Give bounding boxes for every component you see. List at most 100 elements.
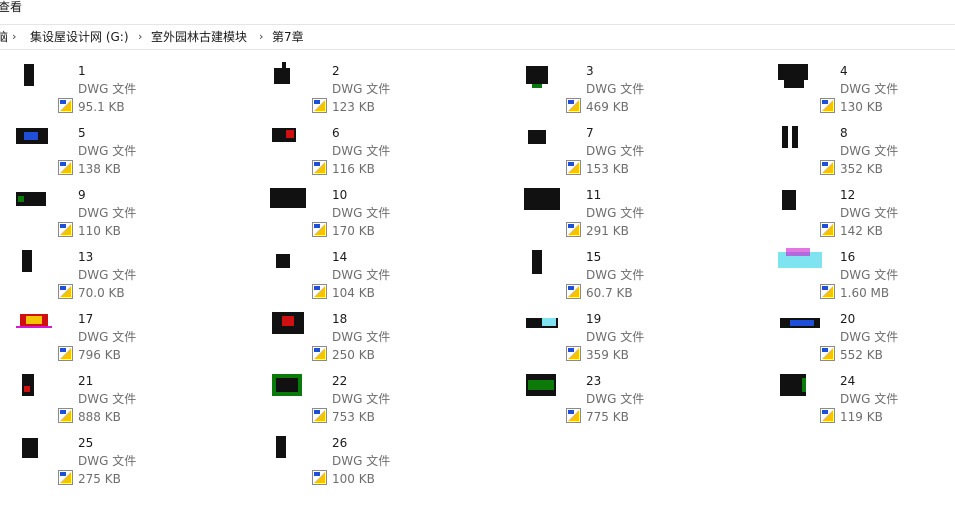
dwg-thumbnail-icon (276, 254, 290, 268)
file-size: 291 KB (586, 224, 629, 238)
file-type-badge-icon (58, 408, 73, 423)
dwg-thumbnail-icon (778, 64, 808, 88)
file-item[interactable]: 7 DWG 文件 153 KB (522, 122, 762, 178)
file-size: 469 KB (586, 100, 629, 114)
file-type: DWG 文件 (332, 206, 391, 220)
file-type-badge-icon (58, 222, 73, 237)
file-type: DWG 文件 (332, 330, 391, 344)
dwg-thumbnail-icon (22, 438, 38, 458)
file-item[interactable]: 18 DWG 文件 250 KB (268, 308, 508, 364)
dwg-thumbnail-icon (528, 130, 546, 144)
file-item[interactable]: 20 DWG 文件 552 KB (776, 308, 955, 364)
file-type-badge-icon (58, 98, 73, 113)
breadcrumb-current[interactable]: 第7章 (272, 25, 304, 49)
file-type: DWG 文件 (840, 82, 899, 96)
breadcrumb-drive[interactable]: 集设屋设计网 (G:) (30, 25, 129, 49)
file-size: 359 KB (586, 348, 629, 362)
file-type: DWG 文件 (840, 330, 899, 344)
file-item[interactable]: 14 DWG 文件 104 KB (268, 246, 508, 302)
file-item[interactable]: 23 DWG 文件 775 KB (522, 370, 762, 426)
file-name: 25 (78, 436, 94, 450)
file-item[interactable]: 22 DWG 文件 753 KB (268, 370, 508, 426)
file-name: 26 (332, 436, 348, 450)
file-type: DWG 文件 (586, 268, 645, 282)
dwg-thumbnail-icon (16, 192, 46, 206)
address-bar[interactable]: 脑 › 集设屋设计网 (G:) › 室外园林古建模块 › 第7章 (0, 24, 955, 50)
file-item[interactable]: 10 DWG 文件 170 KB (268, 184, 508, 240)
file-item[interactable]: 12 DWG 文件 142 KB (776, 184, 955, 240)
file-item[interactable]: 17 DWG 文件 796 KB (14, 308, 254, 364)
file-type-badge-icon (312, 284, 327, 299)
dwg-thumbnail-icon (524, 188, 560, 210)
file-type-badge-icon (58, 346, 73, 361)
file-size: 95.1 KB (78, 100, 125, 114)
file-type-badge-icon (820, 284, 835, 299)
file-name: 8 (840, 126, 848, 140)
file-item[interactable]: 19 DWG 文件 359 KB (522, 308, 762, 364)
dwg-thumbnail-icon (526, 318, 558, 328)
file-type: DWG 文件 (332, 454, 391, 468)
file-item[interactable]: 25 DWG 文件 275 KB (14, 432, 254, 488)
file-name: 18 (332, 312, 348, 326)
file-type: DWG 文件 (586, 392, 645, 406)
file-grid: 1 DWG 文件 95.1 KB 2 DWG 文件 123 KB 3 DWG 文件 469 KB… (0, 60, 955, 514)
file-type: DWG 文件 (78, 330, 137, 344)
file-item[interactable]: 26 DWG 文件 100 KB (268, 432, 508, 488)
file-type: DWG 文件 (840, 206, 899, 220)
file-size: 352 KB (840, 162, 883, 176)
file-item[interactable]: 21 DWG 文件 888 KB (14, 370, 254, 426)
file-size: 116 KB (332, 162, 375, 176)
file-item[interactable]: 11 DWG 文件 291 KB (522, 184, 762, 240)
breadcrumb-folder[interactable]: 室外园林古建模块 (151, 25, 247, 49)
file-size: 119 KB (840, 410, 883, 424)
dwg-thumbnail-icon (22, 374, 34, 396)
file-size: 153 KB (586, 162, 629, 176)
file-type: DWG 文件 (840, 392, 899, 406)
file-type: DWG 文件 (78, 206, 137, 220)
file-type: DWG 文件 (586, 330, 645, 344)
file-size: 796 KB (78, 348, 121, 362)
file-item[interactable]: 9 DWG 文件 110 KB (14, 184, 254, 240)
file-name: 1 (78, 64, 86, 78)
file-type-badge-icon (820, 160, 835, 175)
dwg-thumbnail-icon (778, 248, 822, 268)
chevron-right-icon: › (12, 30, 17, 43)
file-type-badge-icon (58, 160, 73, 175)
file-item[interactable]: 6 DWG 文件 116 KB (268, 122, 508, 178)
file-name: 6 (332, 126, 340, 140)
breadcrumb-root[interactable]: 脑 (0, 25, 8, 49)
file-item[interactable]: 8 DWG 文件 352 KB (776, 122, 955, 178)
file-size: 60.7 KB (586, 286, 633, 300)
file-name: 11 (586, 188, 602, 202)
file-item[interactable]: 1 DWG 文件 95.1 KB (14, 60, 254, 116)
file-type-badge-icon (820, 408, 835, 423)
file-name: 24 (840, 374, 856, 388)
file-type-badge-icon (566, 160, 581, 175)
file-type-badge-icon (820, 222, 835, 237)
file-item[interactable]: 5 DWG 文件 138 KB (14, 122, 254, 178)
file-item[interactable]: 16 DWG 文件 1.60 MB (776, 246, 955, 302)
dwg-thumbnail-icon (276, 436, 286, 458)
file-item[interactable]: 13 DWG 文件 70.0 KB (14, 246, 254, 302)
menu-view[interactable]: 查看 (0, 0, 22, 14)
dwg-thumbnail-icon (532, 250, 542, 274)
file-item[interactable]: 3 DWG 文件 469 KB (522, 60, 762, 116)
file-item[interactable]: 2 DWG 文件 123 KB (268, 60, 508, 116)
file-item[interactable]: 15 DWG 文件 60.7 KB (522, 246, 762, 302)
file-name: 16 (840, 250, 856, 264)
file-type: DWG 文件 (332, 82, 391, 96)
chevron-right-icon: › (138, 30, 143, 43)
dwg-thumbnail-icon (16, 128, 48, 144)
file-type: DWG 文件 (332, 392, 391, 406)
file-type-badge-icon (566, 346, 581, 361)
file-size: 775 KB (586, 410, 629, 424)
file-item[interactable]: 4 DWG 文件 130 KB (776, 60, 955, 116)
file-type-badge-icon (312, 346, 327, 361)
file-name: 3 (586, 64, 594, 78)
file-type-badge-icon (312, 470, 327, 485)
file-name: 2 (332, 64, 340, 78)
file-name: 5 (78, 126, 86, 140)
file-size: 888 KB (78, 410, 121, 424)
file-type: DWG 文件 (78, 392, 137, 406)
file-item[interactable]: 24 DWG 文件 119 KB (776, 370, 955, 426)
